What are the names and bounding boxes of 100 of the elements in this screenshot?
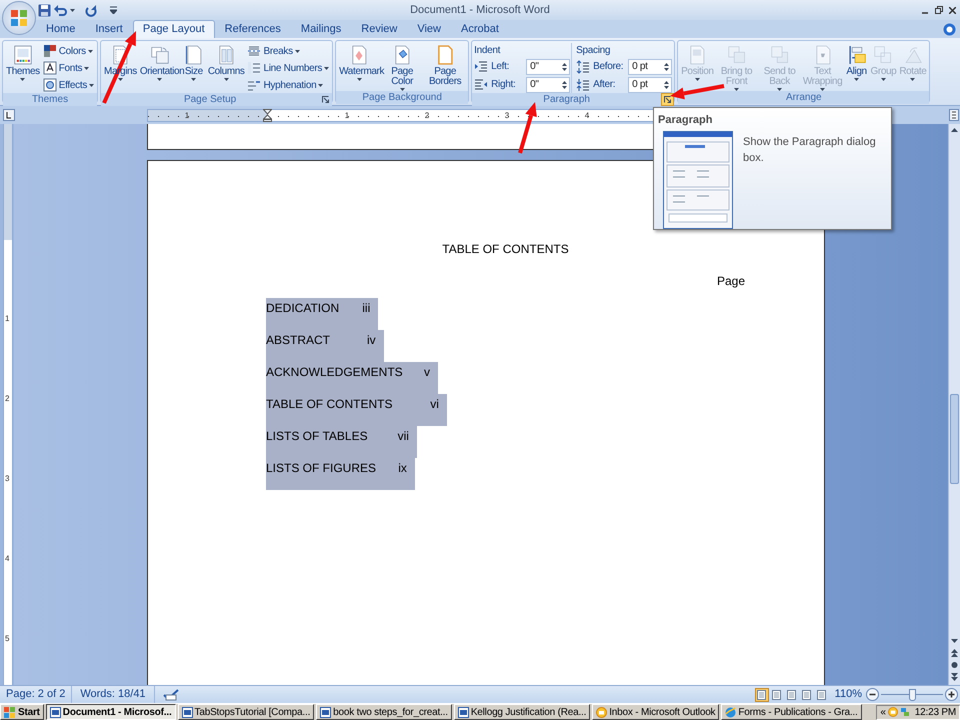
ribbon-tab[interactable]: Insert [85,20,133,38]
toc-entry[interactable]: LISTS OF TABLES vii [266,426,417,458]
taskbar-button[interactable]: book two steps_for_creat... [316,704,452,720]
caret-icon [84,66,90,70]
page-view-icon [772,690,782,700]
ribbon-button[interactable]: Breaks [246,43,330,59]
taskbar-button[interactable]: TabStopsTutorial [Compa... [178,704,314,720]
ribbon-button[interactable]: Effects [42,77,96,93]
ribbon-button[interactable]: Colors [42,43,96,59]
ruler-number: 1 [5,314,10,324]
column-heading: Page [716,273,745,289]
caret-icon [89,84,94,86]
caret-icon [118,78,123,81]
annotation-arrow [670,84,724,100]
ribbon-tab[interactable]: Home [36,20,86,38]
help-icon[interactable] [943,23,956,36]
section-heading: Indent [474,44,502,57]
start-button[interactable]: Start [0,704,44,720]
close-icon[interactable] [949,6,956,14]
ribbon-button[interactable]: Line Numbers [246,60,330,76]
undo-icon[interactable] [54,4,67,16]
spin-arrows-icon [664,80,670,90]
spin-field[interactable]: 0 pt [628,76,672,92]
window-title: Document1 - Microsoft Word [409,2,551,18]
view-button[interactable] [770,688,784,702]
ribbon-button[interactable]: Themes [5,43,41,81]
envelope-icon[interactable] [888,707,898,717]
taskbar-button[interactable]: Inbox - Microsoft Outlook [592,704,720,720]
tray-chevron[interactable]: « [880,704,886,720]
field-label: After: [593,78,616,92]
ribbon-tab[interactable]: Mailings [290,20,352,38]
spin-field[interactable]: 0 pt [628,58,672,74]
toc-entry[interactable]: ACKNOWLEDGEMENTS v [266,362,438,394]
document-icon [458,706,469,718]
stacked-squares-icon [726,44,748,66]
dialog-launcher-button[interactable] [661,93,674,106]
toc-entry[interactable]: ABSTRACT iv [266,330,384,362]
caret-icon [88,50,93,52]
save-icon[interactable] [38,4,51,16]
ribbon-button[interactable]: Page Borders [424,43,466,87]
zoom-in-icon[interactable] [945,688,958,701]
caret-icon [694,78,700,81]
zoom-slider[interactable] [881,688,943,700]
envelope-icon [596,706,608,718]
ruler-number: 1 [184,110,190,120]
ribbon-button[interactable]: Fonts [42,60,96,76]
indent-marker-icon[interactable] [263,108,272,122]
slider-thumb[interactable] [909,688,916,700]
toc-entry[interactable]: TABLE OF CONTENTS vi [266,394,447,426]
taskbar-button[interactable]: Kellogg Justification (Rea... [454,704,590,720]
taskbar-button[interactable]: Forms - Publications - Gra... [721,704,862,720]
document-icon [320,706,332,718]
ribbon-tab[interactable]: Page Layout [132,20,215,38]
zoom-out-icon[interactable] [866,688,879,701]
dialog-launcher-button[interactable] [319,93,332,106]
spacing-icon [576,60,590,74]
windows-flag-icon [4,706,16,718]
caret-icon [356,78,362,81]
launcher-icon [664,96,672,103]
view-button[interactable] [754,688,769,702]
ribbon-button[interactable]: Columns [206,43,246,81]
caret-icon [224,78,229,81]
spin-field[interactable]: 0" [526,58,570,74]
tab-selector-icon[interactable] [3,109,15,121]
theme-swatch-icon [12,44,34,66]
view-button[interactable] [814,688,829,702]
section-heading: Spacing [576,44,612,57]
ribbon-tab[interactable]: Review [351,20,408,38]
scrollbar-thumb[interactable] [950,394,959,484]
restore-icon[interactable] [935,6,943,14]
caret-icon [70,8,75,12]
spin-arrows-icon [562,62,568,72]
group-label: Page Background [336,91,468,104]
tooltip-description: Show the Paragraph dialog box. [743,134,877,166]
taskbar-button[interactable]: Document1 - Microsof... [46,704,176,720]
ribbon-tab[interactable]: Acrobat [451,20,509,38]
effects-icon [42,78,57,92]
toc-entry[interactable]: LISTS OF FIGURES ix [266,458,415,490]
spin-field[interactable]: 0" [526,76,570,92]
view-button[interactable] [784,688,799,702]
caret-icon [910,78,916,81]
document-icon [182,706,193,718]
view-button[interactable] [800,688,814,702]
customize-toolbar-icon[interactable] [110,6,117,14]
ribbon-tab[interactable]: View [407,20,451,38]
browse-object-icon[interactable] [949,659,960,671]
logo-icon [10,9,28,27]
proofing-icon[interactable] [162,688,179,700]
ribbon-button[interactable]: Align [844,43,869,81]
toc-entry[interactable]: DEDICATION iii [266,298,378,330]
document-heading: TABLE OF CONTENTS [441,241,570,257]
ribbon-tab[interactable]: References [214,20,291,38]
spacing-icon [576,78,590,92]
redo-icon[interactable] [84,4,97,16]
caret-icon [880,78,886,81]
ruler-toggle-icon[interactable] [949,109,959,121]
ribbon-button[interactable]: Hyphenation [246,77,330,93]
ruler-number: 3 [5,474,10,484]
caret-icon [294,50,300,52]
caret-icon [324,66,330,70]
